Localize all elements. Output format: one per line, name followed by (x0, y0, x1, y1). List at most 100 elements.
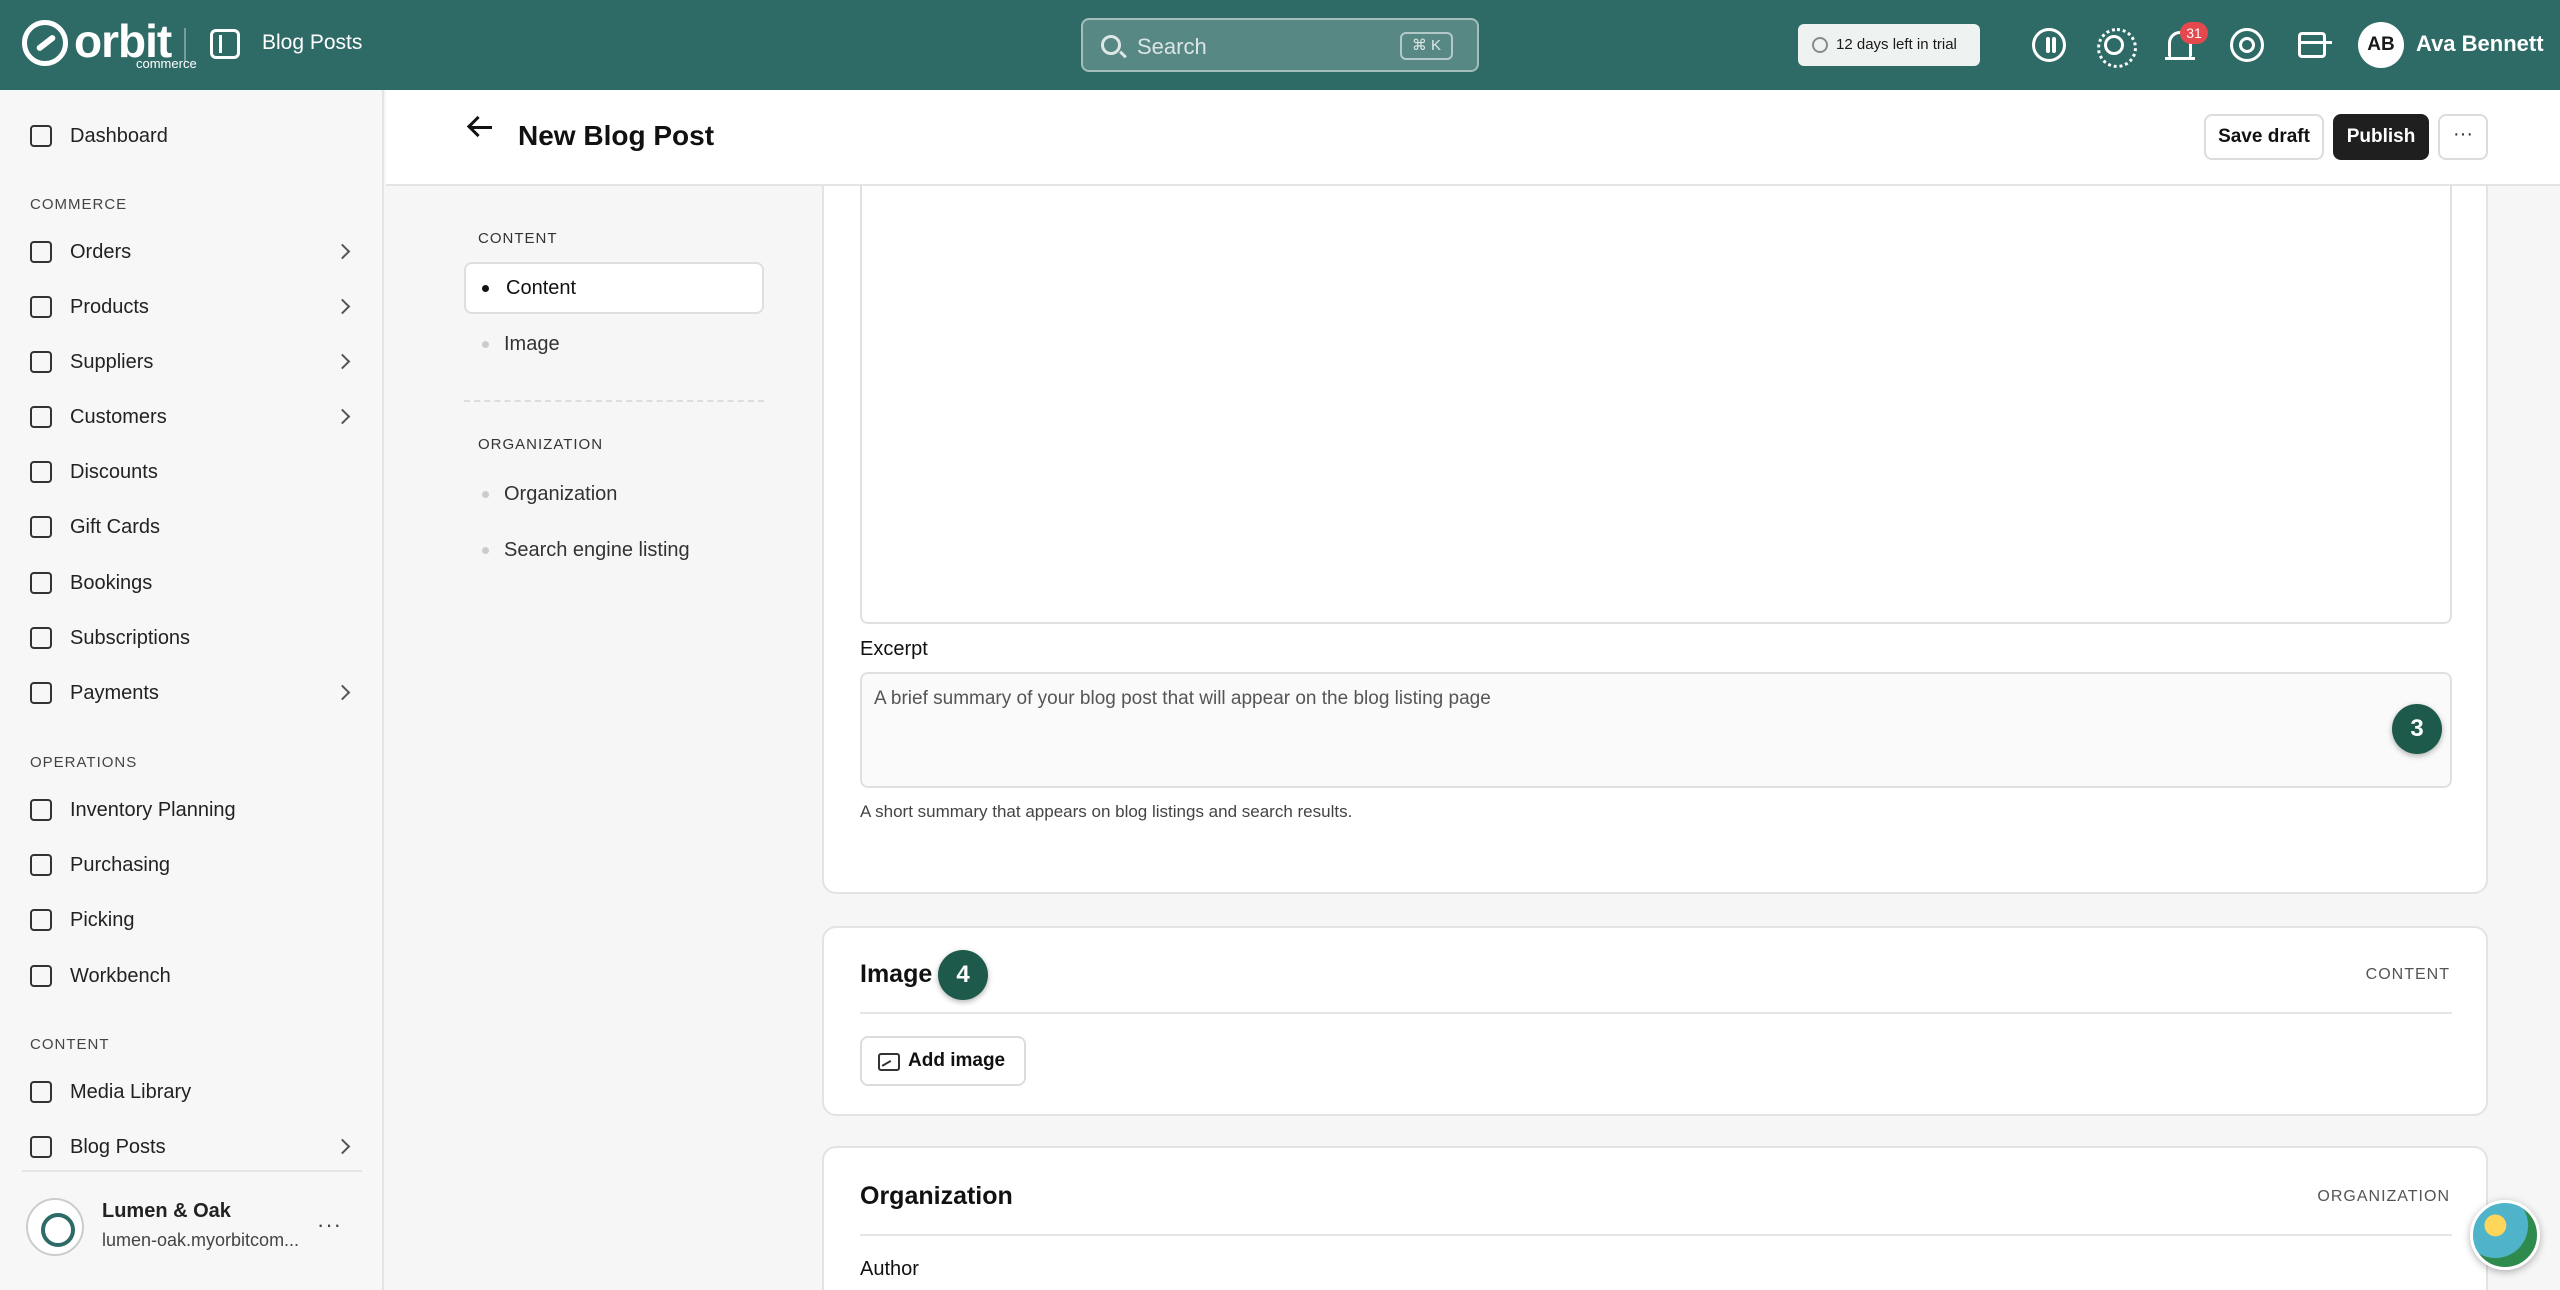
sidebar-item-label: Customers (70, 405, 167, 428)
chevron-right-icon (334, 243, 351, 260)
orbit-logo[interactable]: orbit commerce (22, 15, 197, 71)
refresh-icon (30, 627, 52, 649)
sidebar-item-label: Media Library (70, 1080, 192, 1103)
organization-card: Organization ORGANIZATION Author (822, 1146, 2488, 1290)
chevron-right-icon (334, 408, 351, 425)
excerpt-textarea[interactable]: A brief summary of your blog post that w… (860, 672, 2452, 788)
assistant-launcher-icon[interactable] (2470, 1200, 2540, 1270)
orders-icon (30, 241, 52, 263)
sidebar-item-orders[interactable]: Orders (30, 232, 360, 272)
sidebar-item-blog-posts[interactable]: Blog Posts (30, 1127, 360, 1167)
power-icon[interactable] (2032, 28, 2066, 62)
sidebar-section-operations: OPERATIONS (30, 754, 138, 771)
map-pin-icon (30, 909, 52, 931)
sidebar-item-picking[interactable]: Picking (30, 900, 360, 940)
tag-icon (30, 461, 52, 483)
topbar-divider (184, 28, 186, 62)
section-nav-heading: ORGANIZATION (478, 436, 604, 453)
rich-text-editor[interactable] (860, 186, 2452, 624)
sidebar-item-label: Discounts (70, 460, 158, 483)
sidebar-item-purchasing[interactable]: Purchasing (30, 845, 360, 885)
sidebar-item-bookings[interactable]: Bookings (30, 563, 360, 603)
search-icon (1101, 35, 1121, 55)
image-card: Image 4 CONTENT Add image (822, 926, 2488, 1116)
page-title: New Blog Post (518, 120, 715, 151)
sidebar-item-label: Purchasing (70, 853, 171, 876)
notifications-badge: 31 (2180, 22, 2208, 44)
section-nav-heading: CONTENT (478, 230, 558, 247)
image-card-tag: CONTENT (2365, 966, 2450, 983)
section-nav-item-organization[interactable]: Organization (464, 468, 764, 520)
sidebar-item-customers[interactable]: Customers (30, 397, 360, 437)
theme-sun-icon[interactable] (2097, 28, 2137, 68)
suppliers-icon (30, 351, 52, 373)
sidebar-item-workbench[interactable]: Workbench (30, 956, 360, 996)
package-icon (30, 854, 52, 876)
sidebar-item-label: Payments (70, 681, 159, 704)
chevron-right-icon (334, 1138, 351, 1155)
image-icon (30, 1081, 52, 1103)
document-icon (30, 1136, 52, 1158)
clipboard-icon (30, 799, 52, 821)
box-icon (30, 965, 52, 987)
sidebar-item-label: Subscriptions (70, 626, 191, 649)
storefront-icon[interactable] (2298, 32, 2332, 58)
publish-button[interactable]: Publish (2333, 114, 2429, 160)
gift-icon (30, 516, 52, 538)
section-nav-item-image[interactable]: Image (464, 318, 764, 370)
breadcrumb[interactable]: Blog Posts (262, 31, 362, 55)
section-nav-label: Image (504, 333, 560, 355)
logo-subtitle: commerce (136, 56, 197, 71)
step-badge: 3 (2392, 704, 2442, 754)
user-name[interactable]: Ava Bennett (2416, 31, 2544, 57)
add-image-button[interactable]: Add image (860, 1036, 1026, 1086)
store-logo-icon (26, 1198, 84, 1256)
step-badge: 4 (938, 950, 988, 1000)
sidebar-item-label: Picking (70, 908, 135, 931)
sidebar-item-gift-cards[interactable]: Gift Cards (30, 507, 360, 547)
sidebar-item-label: Orders (70, 240, 132, 263)
bullet-icon (482, 285, 489, 292)
sidebar-toggle-icon[interactable] (210, 29, 240, 59)
top-bar: orbit commerce Blog Posts Search ⌘ K 12 … (0, 0, 2560, 90)
trial-badge[interactable]: 12 days left in trial (1798, 24, 1980, 66)
products-icon (30, 296, 52, 318)
section-nav-item-search-engine-listing[interactable]: Search engine listing (464, 524, 764, 576)
sidebar-item-label: Gift Cards (70, 515, 161, 538)
sidebar-item-suppliers[interactable]: Suppliers (30, 342, 360, 382)
search-input[interactable]: Search ⌘ K (1081, 18, 1479, 72)
sidebar-item-products[interactable]: Products (30, 287, 360, 327)
store-switcher[interactable]: Lumen & Oak lumen-oak.myorbitcom... ··· (22, 1170, 362, 1270)
clock-icon (1812, 37, 1828, 53)
excerpt-label: Excerpt (860, 638, 928, 660)
more-actions-button[interactable]: ··· (2438, 114, 2488, 160)
save-draft-button[interactable]: Save draft (2204, 114, 2324, 160)
store-name: Lumen & Oak (102, 1200, 231, 1222)
card-divider (860, 1012, 2452, 1014)
avatar[interactable]: AB (2358, 22, 2404, 68)
sidebar-item-discounts[interactable]: Discounts (30, 452, 360, 492)
chevron-right-icon (334, 684, 351, 701)
sidebar-section-commerce: COMMERCE (30, 196, 128, 213)
chevron-right-icon (334, 353, 351, 370)
more-icon[interactable]: ··· (317, 1212, 342, 1238)
sidebar-item-media-library[interactable]: Media Library (30, 1072, 360, 1112)
section-nav-item-content[interactable]: Content (464, 262, 764, 314)
sidebar-item-payments[interactable]: Payments (30, 673, 360, 713)
sidebar-item-subscriptions[interactable]: Subscriptions (30, 618, 360, 658)
sidebar-item-label: Suppliers (70, 350, 154, 373)
section-nav-label: Organization (504, 483, 618, 505)
sidebar: Dashboard COMMERCE Orders Products Suppl… (0, 90, 384, 1290)
sidebar-item-dashboard[interactable]: Dashboard (30, 116, 360, 156)
sidebar-item-inventory-planning[interactable]: Inventory Planning (30, 790, 360, 830)
content-card: Excerpt A brief summary of your blog pos… (822, 186, 2488, 894)
section-nav-label: Search engine listing (504, 539, 690, 561)
organization-card-tag: ORGANIZATION (2317, 1188, 2450, 1205)
section-nav-divider (464, 400, 764, 402)
image-card-title: Image (860, 960, 933, 988)
search-placeholder: Search (1137, 34, 1207, 59)
page-header: New Blog Post Save draft Publish ··· (386, 90, 2560, 186)
help-lifebuoy-icon[interactable] (2230, 28, 2264, 62)
back-arrow-icon[interactable] (470, 126, 492, 129)
store-url: lumen-oak.myorbitcom... (102, 1230, 300, 1250)
